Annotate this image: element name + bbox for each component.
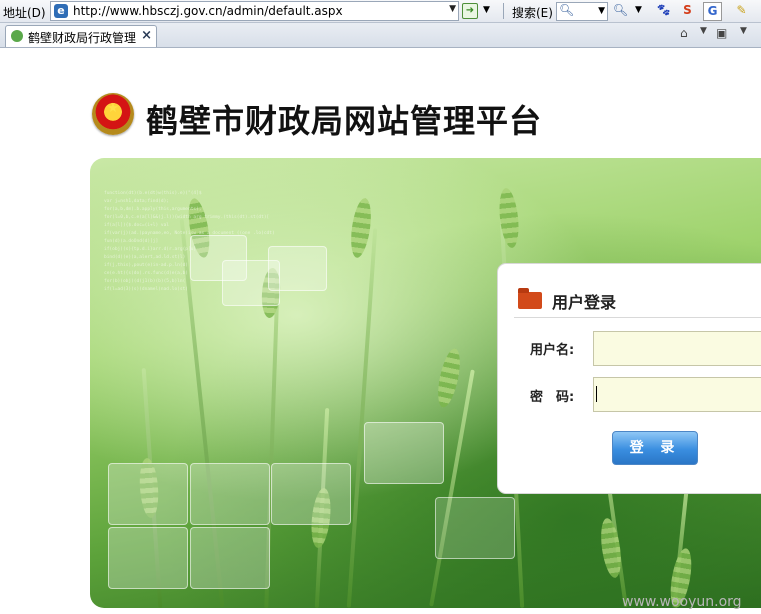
divider bbox=[514, 317, 761, 318]
glass-tile bbox=[271, 463, 351, 525]
watermark: www.wooyun.org bbox=[622, 594, 742, 610]
password-label: 密 码: bbox=[530, 390, 575, 405]
search-go-icon[interactable]: 🔍︎ bbox=[612, 2, 629, 19]
username-field[interactable] bbox=[593, 331, 761, 366]
go-button[interactable]: ➜ bbox=[462, 3, 478, 19]
address-url[interactable]: http://www.hbsczj.gov.cn/admin/default.a… bbox=[73, 4, 343, 18]
go-dropdown-icon[interactable]: ▼ bbox=[483, 5, 490, 15]
national-emblem-logo: ★ bbox=[92, 93, 134, 135]
search-icon: 🔍︎ bbox=[559, 3, 575, 17]
address-dropdown-icon[interactable]: ▼ bbox=[449, 4, 456, 14]
password-field[interactable] bbox=[593, 377, 761, 412]
google-icon[interactable]: G bbox=[703, 2, 722, 21]
search-go-dropdown-icon[interactable]: ▼ bbox=[630, 2, 647, 19]
address-bar: 地址(D) e http://www.hbsczj.gov.cn/admin/d… bbox=[0, 0, 761, 23]
highlighter-icon[interactable]: ✎ bbox=[733, 2, 750, 19]
glass-tile bbox=[435, 497, 515, 559]
username-label: 用户名: bbox=[530, 343, 575, 358]
feeds-icon[interactable]: ▣ bbox=[716, 26, 727, 40]
tab-admin[interactable]: 鹤壁财政局行政管理 × bbox=[5, 25, 157, 47]
glass-tile bbox=[108, 463, 188, 525]
login-button[interactable]: 登 录 bbox=[612, 431, 698, 465]
glass-tile bbox=[190, 463, 270, 525]
sogou-icon[interactable]: S bbox=[679, 2, 696, 19]
search-dropdown-icon[interactable]: ▼ bbox=[598, 6, 605, 16]
login-title: 用户登录 bbox=[552, 293, 617, 312]
tab-bar: 鹤壁财政局行政管理 × ⌂ ▼ ▣ ▼ bbox=[0, 23, 761, 48]
feeds-dropdown-icon[interactable]: ▼ bbox=[740, 26, 747, 36]
glass-tile bbox=[268, 246, 327, 291]
folder-icon bbox=[518, 288, 542, 309]
toolbar-divider bbox=[503, 3, 504, 19]
glass-tile bbox=[108, 527, 188, 589]
search-label: 搜索(E) bbox=[512, 6, 553, 20]
tab-label: 鹤壁财政局行政管理 bbox=[28, 31, 137, 45]
page-favicon-icon bbox=[11, 30, 23, 42]
text-caret bbox=[596, 386, 597, 402]
baidu-paw-icon[interactable]: 🐾︎ bbox=[655, 2, 672, 19]
glass-tile bbox=[364, 422, 444, 484]
close-icon[interactable]: × bbox=[141, 28, 152, 43]
home-icon[interactable]: ⌂ bbox=[680, 26, 688, 40]
home-dropdown-icon[interactable]: ▼ bbox=[700, 26, 707, 36]
ie-page-icon: e bbox=[54, 4, 68, 18]
address-input[interactable]: e http://www.hbsczj.gov.cn/admin/default… bbox=[50, 1, 459, 21]
site-title: 鹤壁市财政局网站管理平台 bbox=[146, 102, 543, 140]
login-panel: 用户登录 用户名: 密 码: 登 录 bbox=[497, 263, 761, 494]
search-input[interactable]: 🔍︎ ▼ bbox=[556, 2, 608, 21]
address-label: 地址(D) bbox=[3, 6, 46, 20]
glass-tile bbox=[190, 527, 270, 589]
